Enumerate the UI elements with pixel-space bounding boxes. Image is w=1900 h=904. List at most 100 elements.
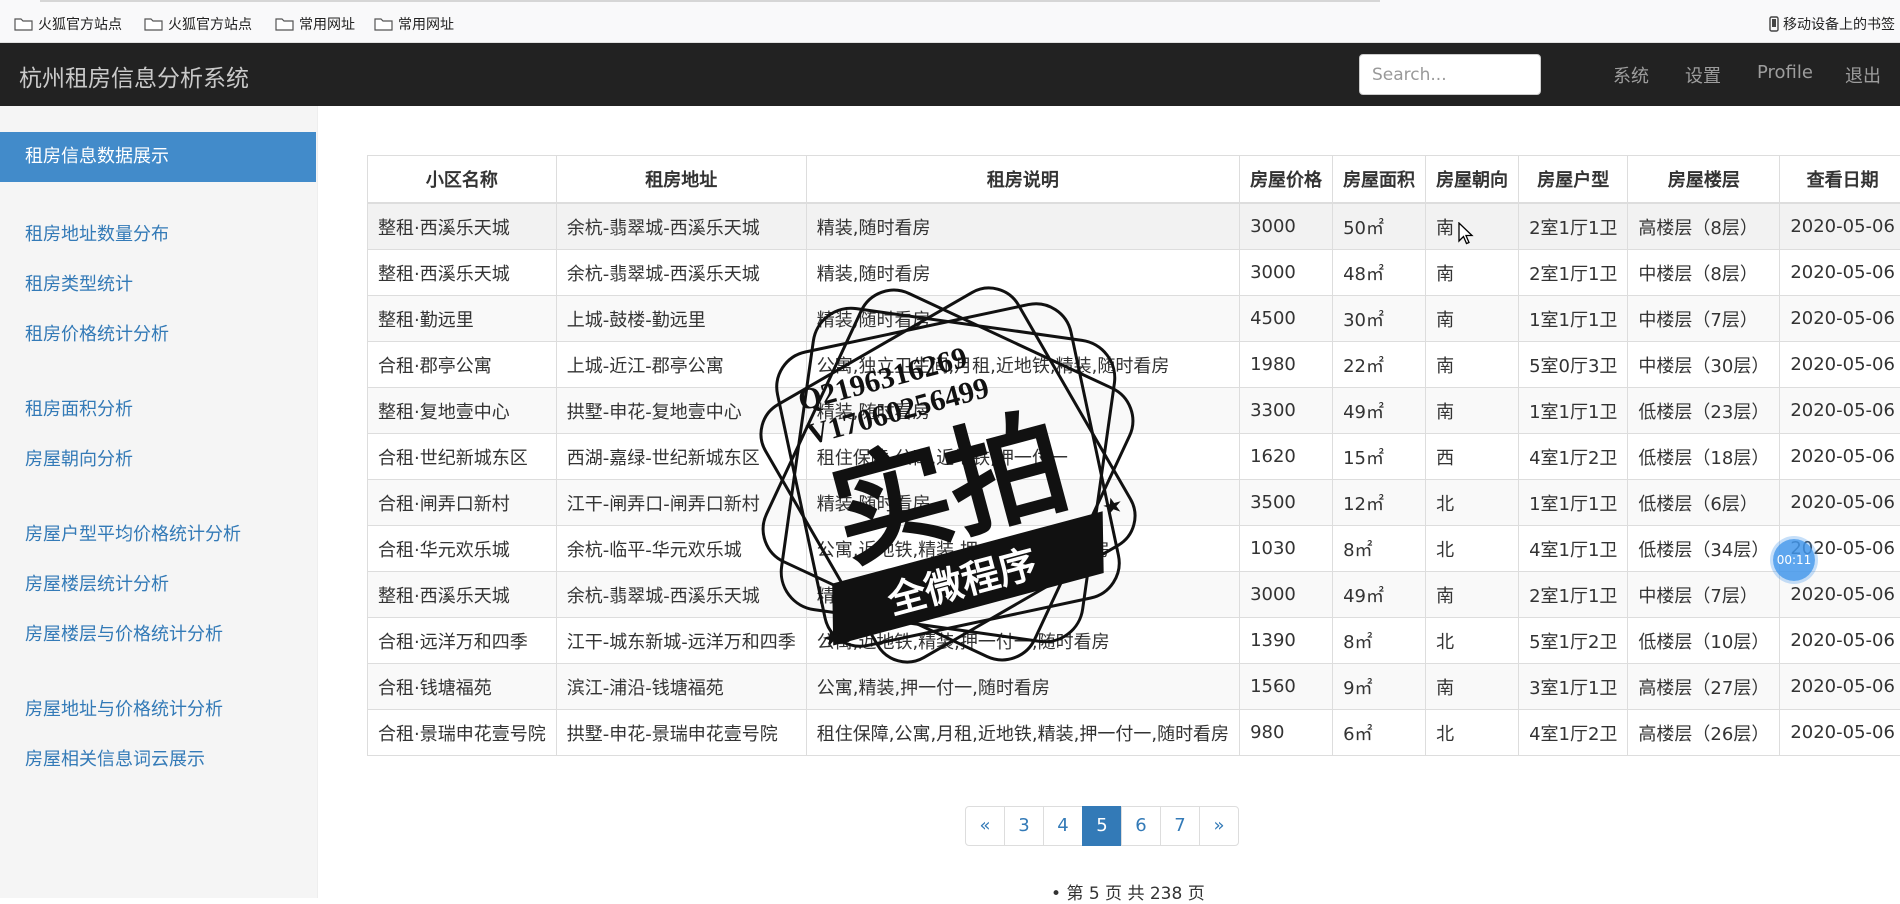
sidebar-item[interactable]: 房屋地址与价格统计分析 <box>25 695 223 721</box>
cell-floor: 高楼层（26层） <box>1628 710 1780 756</box>
bookmark-item[interactable]: 火狐官方站点 <box>144 14 252 34</box>
cell-layout: 2室1厅1卫 <box>1519 572 1628 618</box>
cell-price: 1620 <box>1240 434 1333 480</box>
nav-link-logout[interactable]: 退出 <box>1845 62 1881 88</box>
sidebar-item[interactable]: 租房价格统计分析 <box>25 320 169 346</box>
cell-community-name: 合租·世纪新城东区 <box>368 434 557 480</box>
table-row[interactable]: 整租·复地壹中心拱墅-申花-复地壹中心精装,随时看房330049㎡南1室1厅1卫… <box>368 388 1900 434</box>
page-button[interactable]: 3 <box>1004 806 1044 846</box>
cell-orientation: 北 <box>1426 480 1519 526</box>
table-row[interactable]: 整租·西溪乐天城余杭-翡翠城-西溪乐天城精装,随时看房300049㎡南2室1厅1… <box>368 572 1900 618</box>
page-button-current[interactable]: 5 <box>1082 806 1122 846</box>
cell-rental-address: 滨江-浦沿-钱塘福苑 <box>556 664 806 710</box>
cell-layout: 2室1厅1卫 <box>1519 203 1628 250</box>
app-title[interactable]: 杭州租房信息分析系统 <box>19 59 249 93</box>
pagination: « 3 4 5 6 7 » <box>965 806 1239 846</box>
cell-area: 8㎡ <box>1333 618 1426 664</box>
cell-price: 3500 <box>1240 480 1333 526</box>
cell-price: 3000 <box>1240 572 1333 618</box>
table-row[interactable]: 合租·郡亭公寓上城-近江-郡亭公寓公寓,独立卫生间,月租,近地铁,精装,随时看房… <box>368 342 1900 388</box>
cell-layout: 1室1厅1卫 <box>1519 296 1628 342</box>
sidebar-item[interactable]: 租房类型统计 <box>25 270 133 296</box>
cell-view-date: 2020-05-06 <box>1780 388 1900 434</box>
nav-link-settings[interactable]: 设置 <box>1685 62 1721 88</box>
column-header: 租房地址 <box>556 156 806 204</box>
cell-community-name: 整租·西溪乐天城 <box>368 572 557 618</box>
sidebar-item[interactable]: 房屋朝向分析 <box>25 445 133 471</box>
column-header: 房屋户型 <box>1519 156 1628 204</box>
cell-layout: 3室1厅1卫 <box>1519 664 1628 710</box>
cell-floor: 高楼层（27层） <box>1628 664 1780 710</box>
nav-link-profile[interactable]: Profile <box>1757 62 1813 83</box>
cell-price: 3000 <box>1240 250 1333 296</box>
sidebar-item-data-display[interactable]: 租房信息数据展示 <box>0 132 316 182</box>
table-row[interactable]: 合租·钱塘福苑滨江-浦沿-钱塘福苑公寓,精装,押一付一,随时看房15609㎡南3… <box>368 664 1900 710</box>
cell-orientation: 南 <box>1426 342 1519 388</box>
column-header: 房屋价格 <box>1240 156 1333 204</box>
bookmark-label: 火狐官方站点 <box>168 14 252 34</box>
cell-price: 3000 <box>1240 203 1333 250</box>
page-prev-button[interactable]: « <box>965 806 1005 846</box>
cell-area: 22㎡ <box>1333 342 1426 388</box>
column-header: 查看日期 <box>1780 156 1900 204</box>
nav-link-system[interactable]: 系统 <box>1613 62 1649 88</box>
page-next-button[interactable]: » <box>1199 806 1239 846</box>
bookmark-item[interactable]: 火狐官方站点 <box>14 14 122 34</box>
bookmark-item[interactable]: 常用网址 <box>275 14 355 34</box>
cell-community-name: 整租·复地壹中心 <box>368 388 557 434</box>
cell-area: 49㎡ <box>1333 572 1426 618</box>
cell-rental-address: 余杭-翡翠城-西溪乐天城 <box>556 203 806 250</box>
cell-rental-address: 江干-城东新城-远洋万和四季 <box>556 618 806 664</box>
table-row[interactable]: 整租·西溪乐天城余杭-翡翠城-西溪乐天城精装,随时看房300050㎡南2室1厅1… <box>368 203 1900 250</box>
sidebar-item[interactable]: 房屋户型平均价格统计分析 <box>25 520 241 546</box>
table-row[interactable]: 合租·景瑞申花壹号院拱墅-申花-景瑞申花壹号院租住保障,公寓,月租,近地铁,精装… <box>368 710 1900 756</box>
cell-community-name: 合租·郡亭公寓 <box>368 342 557 388</box>
cell-layout: 4室1厅1卫 <box>1519 526 1628 572</box>
cell-layout: 1室1厅1卫 <box>1519 388 1628 434</box>
cell-layout: 4室1厅2卫 <box>1519 434 1628 480</box>
bookmark-item[interactable]: 常用网址 <box>374 14 454 34</box>
cell-floor: 中楼层（30层） <box>1628 342 1780 388</box>
cell-view-date: 2020-05-06 <box>1780 296 1900 342</box>
table-row[interactable]: 整租·勤远里上城-鼓楼-勤远里精装,随时看房450030㎡南1室1厅1卫中楼层（… <box>368 296 1900 342</box>
cell-floor: 中楼层（7层） <box>1628 296 1780 342</box>
page-button[interactable]: 7 <box>1160 806 1200 846</box>
mobile-device-icon <box>1769 16 1779 32</box>
cell-view-date: 2020-05-06 <box>1780 203 1900 250</box>
sidebar-item[interactable]: 房屋楼层与价格统计分析 <box>25 620 223 646</box>
folder-icon <box>144 17 163 31</box>
sidebar-item[interactable]: 房屋楼层统计分析 <box>25 570 169 596</box>
cell-price: 4500 <box>1240 296 1333 342</box>
table-row[interactable]: 整租·西溪乐天城余杭-翡翠城-西溪乐天城精装,随时看房300048㎡南2室1厅1… <box>368 250 1900 296</box>
search-input[interactable] <box>1359 54 1541 95</box>
sidebar-item[interactable]: 房屋相关信息词云展示 <box>25 745 205 771</box>
cell-rental-description: 精装,随时看房 <box>806 250 1239 296</box>
rental-table: 小区名称 租房地址 租房说明 房屋价格 房屋面积 房屋朝向 房屋户型 房屋楼层 … <box>367 155 1900 756</box>
cell-rental-address: 拱墅-申花-景瑞申花壹号院 <box>556 710 806 756</box>
page-button[interactable]: 4 <box>1043 806 1083 846</box>
column-header: 小区名称 <box>368 156 557 204</box>
cell-orientation: 南 <box>1426 250 1519 296</box>
cell-layout: 5室0厅3卫 <box>1519 342 1628 388</box>
table-row[interactable]: 合租·世纪新城东区西湖-嘉绿-世纪新城东区租住保障,公寓,近地铁,押一付一162… <box>368 434 1900 480</box>
cell-rental-address: 上城-鼓楼-勤远里 <box>556 296 806 342</box>
cell-orientation: 北 <box>1426 618 1519 664</box>
mobile-bookmarks[interactable]: 移动设备上的书签 <box>1769 14 1895 34</box>
sidebar-item[interactable]: 租房面积分析 <box>25 395 133 421</box>
cell-view-date: 2020-05-06 <box>1780 664 1900 710</box>
cell-rental-address: 余杭-临平-华元欢乐城 <box>556 526 806 572</box>
cell-layout: 4室1厅2卫 <box>1519 710 1628 756</box>
sidebar-item[interactable]: 租房地址数量分布 <box>25 220 169 246</box>
table-row[interactable]: 合租·远洋万和四季江干-城东新城-远洋万和四季公寓,近地铁,精装,押一付一,随时… <box>368 618 1900 664</box>
cell-rental-description: 精装,随时看房 <box>806 203 1239 250</box>
page-button[interactable]: 6 <box>1121 806 1161 846</box>
column-header: 房屋朝向 <box>1426 156 1519 204</box>
folder-icon <box>374 17 393 31</box>
table-row[interactable]: 合租·华元欢乐城余杭-临平-华元欢乐城公寓,近地铁,精装,押一付一,随时看房10… <box>368 526 1900 572</box>
cell-rental-description: 精装,随时看房 <box>806 388 1239 434</box>
cell-rental-description: 公寓,近地铁,精装,押一付一,随时看房 <box>806 526 1239 572</box>
cell-view-date: 2020-05-06 <box>1780 480 1900 526</box>
table-row[interactable]: 合租·闸弄口新村江干-闸弄口-闸弄口新村精装,随时看房350012㎡北1室1厅1… <box>368 480 1900 526</box>
cell-rental-address: 拱墅-申花-复地壹中心 <box>556 388 806 434</box>
cell-area: 6㎡ <box>1333 710 1426 756</box>
